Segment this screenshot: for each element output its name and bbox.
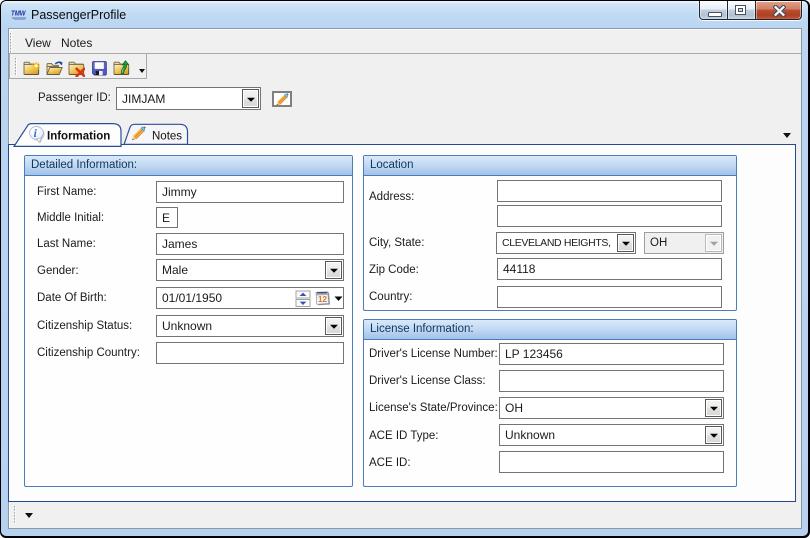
svg-text:TMW: TMW — [11, 9, 27, 18]
svg-text:Notes: Notes — [152, 131, 182, 143]
svg-text:12: 12 — [318, 295, 327, 304]
svg-text:Information: Information — [47, 131, 110, 143]
